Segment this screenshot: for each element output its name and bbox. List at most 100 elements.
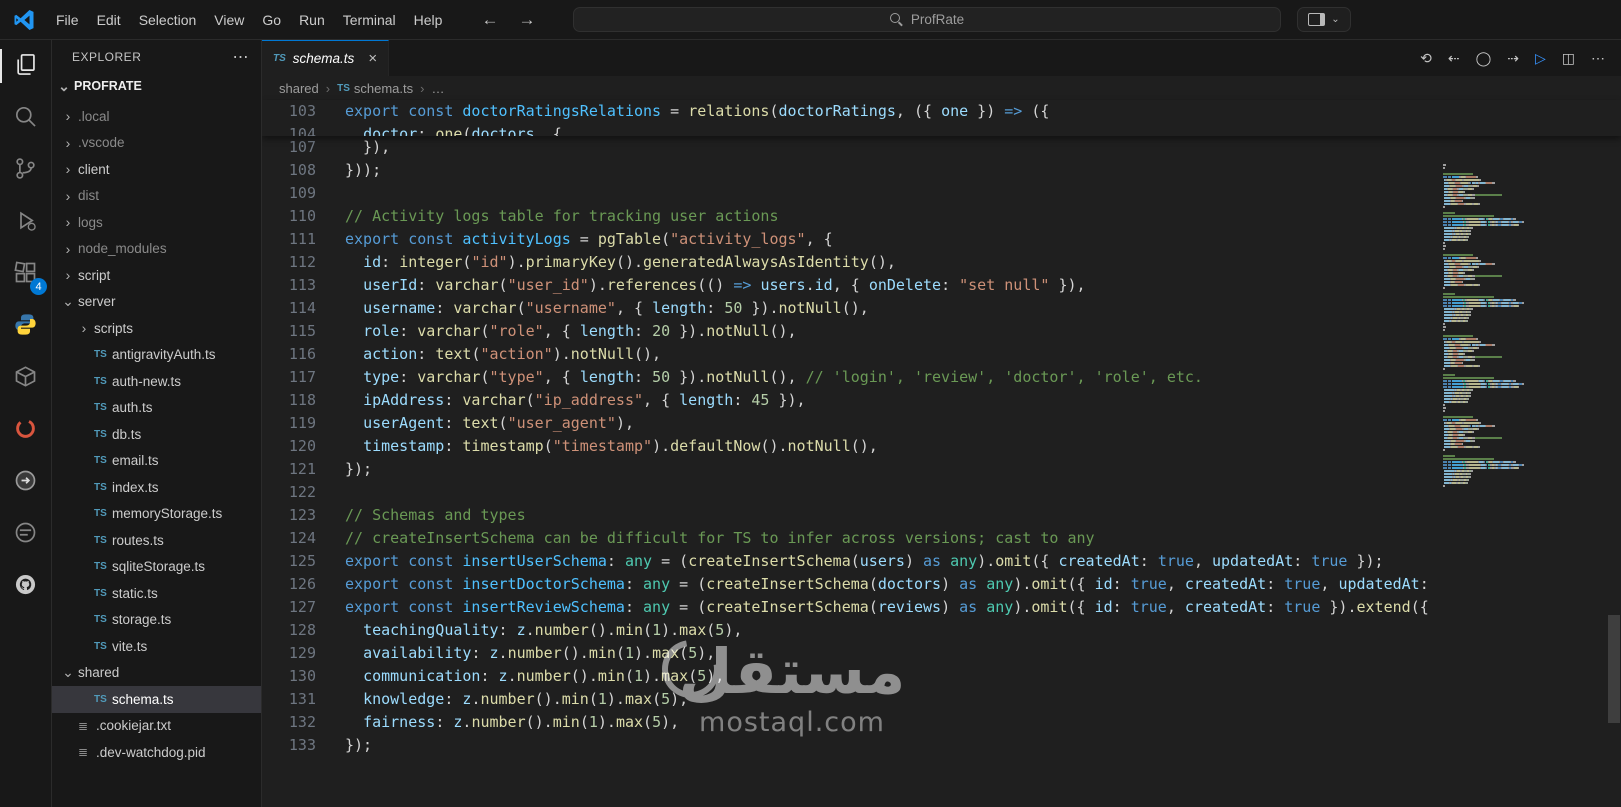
tree-item-routes.ts[interactable]: TS routes.ts <box>52 527 261 554</box>
minimap[interactable] <box>1443 164 1603 488</box>
code-line[interactable]: 110 // Activity logs table for tracking u… <box>262 205 1431 228</box>
menu-help[interactable]: Help <box>405 9 452 31</box>
code-line[interactable]: 116 action: text("action").notNull(), <box>262 343 1431 366</box>
activity-extensions[interactable]: 4 <box>0 248 51 300</box>
forward-icon[interactable]: → <box>518 10 535 30</box>
run-file-icon[interactable]: ▷ <box>1535 50 1546 67</box>
code-line[interactable]: 108})); <box>262 159 1431 182</box>
activity-search[interactable] <box>0 92 51 144</box>
breadcrumb-item-[interactable]: … <box>431 81 444 96</box>
code-line[interactable]: 127 export const insertReviewSchema: any … <box>262 596 1431 619</box>
tree-item-scripts[interactable]: › scripts <box>52 315 261 342</box>
code-line[interactable]: 126 export const insertDoctorSchema: any … <box>262 573 1431 596</box>
code-line[interactable]: 115 role: varchar("role", { length: 20 }… <box>262 320 1431 343</box>
tree-item-email.ts[interactable]: TS email.ts <box>52 448 261 475</box>
tree-item-.dev-watchdog.pid[interactable]: ≣ .dev-watchdog.pid <box>52 739 261 766</box>
tree-item-static.ts[interactable]: TS static.ts <box>52 580 261 607</box>
tree-item-antigravityAuth.ts[interactable]: TS antigravityAuth.ts <box>52 342 261 369</box>
token: ({ <box>1410 598 1429 616</box>
code-line[interactable]: 133}); <box>262 734 1431 757</box>
activity-live-share[interactable] <box>0 508 51 560</box>
tree-item-auth-new.ts[interactable]: TS auth-new.ts <box>52 368 261 395</box>
scrollbar-thumb[interactable] <box>1608 615 1620 723</box>
tree-item-script[interactable]: › script <box>52 262 261 289</box>
tree-item-schema.ts[interactable]: TS schema.ts <box>52 686 261 713</box>
menu-edit[interactable]: Edit <box>88 9 130 31</box>
layout-toggle[interactable]: ⌄ <box>1297 7 1351 32</box>
code-line[interactable]: 119 userAgent: text("user_agent"), <box>262 412 1431 435</box>
tree-item-sqliteStorage.ts[interactable]: TS sqliteStorage.ts <box>52 554 261 581</box>
sticky-scroll[interactable]: 103 export const doctorRatingsRelations =… <box>262 100 1621 136</box>
code-line[interactable]: 122 <box>262 481 1431 504</box>
activity-explorer[interactable] <box>0 40 51 92</box>
breadcrumb-item-shared[interactable]: shared <box>279 81 319 96</box>
code-line[interactable]: 120 timestamp: timestamp("timestamp").de… <box>262 435 1431 458</box>
timeline-icon[interactable]: ⟲ <box>1420 50 1432 67</box>
code-line[interactable]: 118 ipAddress: varchar("ip_address", { l… <box>262 389 1431 412</box>
tree-item-auth.ts[interactable]: TS auth.ts <box>52 395 261 422</box>
activity-run-debug[interactable] <box>0 196 51 248</box>
code-line[interactable]: 103 export const doctorRatingsRelations =… <box>262 100 1621 123</box>
code-line[interactable]: 121}); <box>262 458 1431 481</box>
code-line[interactable]: 132 fairness: z.number().min(1).max(5), <box>262 711 1431 734</box>
code-line[interactable]: 128 teachingQuality: z.number().min(1).m… <box>262 619 1431 642</box>
menu-go[interactable]: Go <box>253 9 290 31</box>
more-actions-icon[interactable]: ⋯ <box>1591 50 1605 67</box>
activity-source-control[interactable] <box>0 144 51 196</box>
tree-item-db.ts[interactable]: TS db.ts <box>52 421 261 448</box>
tree-item-server[interactable]: ⌄ server <box>52 289 261 316</box>
tree-item-shared[interactable]: ⌄ shared <box>52 660 261 687</box>
code-line[interactable]: 129 availability: z.number().min(1).max(… <box>262 642 1431 665</box>
code-editor[interactable]: 103 export const doctorRatingsRelations =… <box>262 100 1621 807</box>
token: (). <box>760 437 788 455</box>
tree-item-.local[interactable]: › .local <box>52 103 261 130</box>
code-line[interactable]: 124 // createInsertSchema can be difficul… <box>262 527 1431 550</box>
workspace-root-row[interactable]: ⌄ PROFRATE <box>52 74 261 98</box>
code-line[interactable]: 123 // Schemas and types <box>262 504 1431 527</box>
prev-change-icon[interactable]: ⇠ <box>1448 50 1460 67</box>
tree-item-node_modules[interactable]: › node_modules <box>52 236 261 263</box>
code-line[interactable]: 107 }), <box>262 136 1431 159</box>
tree-item-logs[interactable]: › logs <box>52 209 261 236</box>
code-line[interactable]: 113 userId: varchar("user_id").reference… <box>262 274 1431 297</box>
menu-selection[interactable]: Selection <box>130 9 206 31</box>
code-line[interactable]: 131 knowledge: z.number().min(1).max(5), <box>262 688 1431 711</box>
code-line[interactable]: 125 export const insertUserSchema: any = … <box>262 550 1431 573</box>
menu-file[interactable]: File <box>47 9 88 31</box>
menu-run[interactable]: Run <box>290 9 334 31</box>
tree-item-index.ts[interactable]: TS index.ts <box>52 474 261 501</box>
activity-package[interactable] <box>0 352 51 404</box>
code-line[interactable]: 117 type: varchar("type", { length: 50 }… <box>262 366 1431 389</box>
code-line[interactable]: 112 id: integer("id").primaryKey().gener… <box>262 251 1431 274</box>
split-editor-icon[interactable]: ◫ <box>1562 50 1575 67</box>
code-line[interactable]: 130 communication: z.number().min(1).max… <box>262 665 1431 688</box>
minimap-token <box>1451 380 1462 382</box>
tree-item-client[interactable]: › client <box>52 156 261 183</box>
activity-python[interactable] <box>0 300 51 352</box>
code-line[interactable]: 104 doctor: one(doctors, { <box>262 123 1621 136</box>
next-change-icon[interactable]: ⇢ <box>1507 50 1519 67</box>
tree-item-.vscode[interactable]: › .vscode <box>52 130 261 157</box>
back-icon[interactable]: ← <box>481 10 498 30</box>
menu-terminal[interactable]: Terminal <box>334 9 405 31</box>
more-actions-icon[interactable]: ⋯ <box>233 47 250 67</box>
tree-item-vite.ts[interactable]: TS vite.ts <box>52 633 261 660</box>
code-body[interactable]: 107 }), 108})); 109 110// Activity logs tab… <box>262 136 1431 807</box>
breadcrumb-item-schema.ts[interactable]: TS schema.ts <box>337 81 413 96</box>
explorer-header: EXPLORER ⋯ <box>52 40 261 74</box>
activity-jupyter[interactable] <box>0 404 51 456</box>
tree-item-storage.ts[interactable]: TS storage.ts <box>52 607 261 634</box>
code-line[interactable]: 114 username: varchar("username", { leng… <box>262 297 1431 320</box>
close-icon[interactable]: × <box>368 50 377 67</box>
code-line[interactable]: 111 export const activityLogs = pgTable("… <box>262 228 1431 251</box>
activity-github[interactable] <box>0 560 51 612</box>
code-line[interactable]: 109 <box>262 182 1431 205</box>
tab-schema-ts[interactable]: TS schema.ts × <box>262 40 390 76</box>
open-changes-icon[interactable]: ◯ <box>1476 50 1492 67</box>
tree-item-dist[interactable]: › dist <box>52 183 261 210</box>
command-center-search[interactable]: ProfRate <box>573 7 1281 32</box>
tree-item-.cookiejar.txt[interactable]: ≣ .cookiejar.txt <box>52 713 261 740</box>
menu-view[interactable]: View <box>205 9 253 31</box>
activity-postman[interactable] <box>0 456 51 508</box>
tree-item-memoryStorage.ts[interactable]: TS memoryStorage.ts <box>52 501 261 528</box>
